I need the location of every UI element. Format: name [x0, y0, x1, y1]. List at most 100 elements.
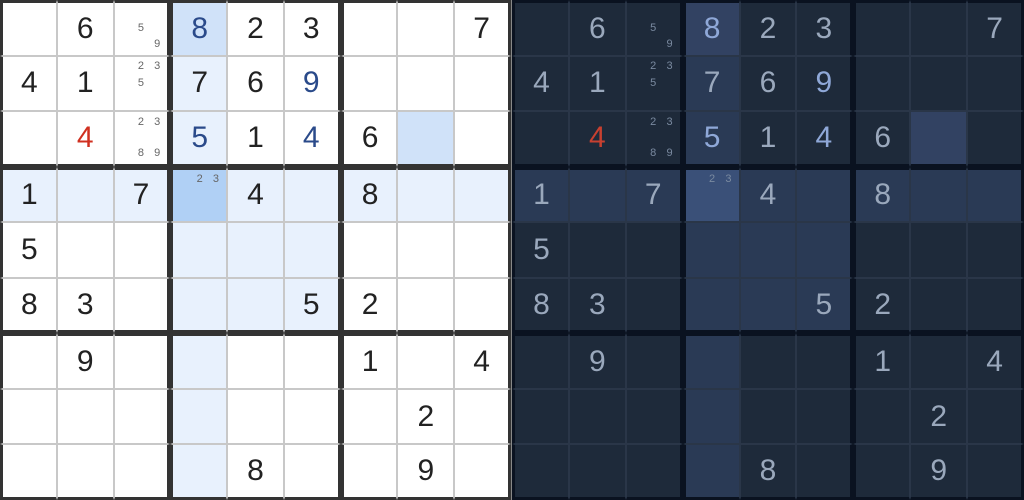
cell-r1-c6[interactable]: [341, 56, 398, 112]
cell-r2-c1[interactable]: 4: [569, 111, 626, 167]
cell-r8-c4[interactable]: 8: [740, 444, 797, 500]
cell-r8-c4[interactable]: 8: [227, 444, 284, 500]
cell-r8-c8[interactable]: [967, 444, 1024, 500]
cell-r8-c5[interactable]: [284, 444, 341, 500]
cell-r5-c5[interactable]: 5: [796, 278, 853, 334]
cell-r8-c6[interactable]: [341, 444, 398, 500]
cell-r0-c7[interactable]: [910, 0, 967, 56]
cell-r0-c0[interactable]: [512, 0, 569, 56]
cell-r0-c2[interactable]: 59: [626, 0, 683, 56]
cell-r2-c4[interactable]: 1: [227, 111, 284, 167]
cell-r4-c3[interactable]: [170, 222, 227, 278]
cell-r0-c6[interactable]: [853, 0, 910, 56]
cell-r4-c5[interactable]: [284, 222, 341, 278]
cell-r3-c4[interactable]: 4: [740, 167, 797, 223]
cell-r3-c6[interactable]: 8: [341, 167, 398, 223]
cell-r6-c4[interactable]: [227, 333, 284, 389]
cell-r3-c2[interactable]: 7: [114, 167, 171, 223]
cell-r8-c2[interactable]: [626, 444, 683, 500]
cell-r4-c5[interactable]: [796, 222, 853, 278]
cell-r7-c6[interactable]: [853, 389, 910, 445]
cell-r6-c6[interactable]: 1: [341, 333, 398, 389]
cell-r3-c1[interactable]: [569, 167, 626, 223]
cell-r0-c8[interactable]: 7: [454, 0, 511, 56]
cell-r1-c1[interactable]: 1: [569, 56, 626, 112]
cell-r6-c7[interactable]: [397, 333, 454, 389]
cell-r3-c5[interactable]: [284, 167, 341, 223]
cell-r2-c6[interactable]: 6: [853, 111, 910, 167]
cell-r2-c0[interactable]: [0, 111, 57, 167]
cell-r6-c3[interactable]: [683, 333, 740, 389]
cell-r1-c4[interactable]: 6: [227, 56, 284, 112]
cell-r2-c5[interactable]: 4: [796, 111, 853, 167]
cell-r6-c3[interactable]: [170, 333, 227, 389]
cell-r7-c3[interactable]: [683, 389, 740, 445]
cell-r6-c2[interactable]: [114, 333, 171, 389]
cell-r7-c7[interactable]: 2: [910, 389, 967, 445]
cell-r8-c2[interactable]: [114, 444, 171, 500]
cell-r6-c6[interactable]: 1: [853, 333, 910, 389]
cell-r6-c4[interactable]: [740, 333, 797, 389]
cell-r8-c0[interactable]: [0, 444, 57, 500]
cell-r6-c7[interactable]: [910, 333, 967, 389]
cell-r6-c5[interactable]: [796, 333, 853, 389]
cell-r3-c8[interactable]: [454, 167, 511, 223]
cell-r4-c4[interactable]: [740, 222, 797, 278]
cell-r3-c5[interactable]: [796, 167, 853, 223]
cell-r5-c3[interactable]: [170, 278, 227, 334]
cell-r1-c0[interactable]: 4: [512, 56, 569, 112]
cell-r2-c5[interactable]: 4: [284, 111, 341, 167]
cell-r0-c8[interactable]: 7: [967, 0, 1024, 56]
cell-r4-c0[interactable]: 5: [512, 222, 569, 278]
cell-r1-c5[interactable]: 9: [796, 56, 853, 112]
cell-r0-c4[interactable]: 2: [227, 0, 284, 56]
cell-r7-c0[interactable]: [512, 389, 569, 445]
cell-r3-c8[interactable]: [967, 167, 1024, 223]
cell-r6-c5[interactable]: [284, 333, 341, 389]
cell-r7-c2[interactable]: [626, 389, 683, 445]
cell-r0-c2[interactable]: 59: [114, 0, 171, 56]
cell-r4-c4[interactable]: [227, 222, 284, 278]
cell-r8-c3[interactable]: [170, 444, 227, 500]
cell-r0-c5[interactable]: 3: [796, 0, 853, 56]
cell-r4-c6[interactable]: [341, 222, 398, 278]
cell-r4-c1[interactable]: [569, 222, 626, 278]
cell-r5-c7[interactable]: [910, 278, 967, 334]
cell-r2-c8[interactable]: [967, 111, 1024, 167]
cell-r6-c8[interactable]: 4: [967, 333, 1024, 389]
cell-r5-c2[interactable]: [114, 278, 171, 334]
cell-r4-c6[interactable]: [853, 222, 910, 278]
cell-r8-c5[interactable]: [796, 444, 853, 500]
cell-r0-c7[interactable]: [397, 0, 454, 56]
cell-r7-c5[interactable]: [796, 389, 853, 445]
cell-r6-c2[interactable]: [626, 333, 683, 389]
cell-r5-c4[interactable]: [740, 278, 797, 334]
cell-r3-c4[interactable]: 4: [227, 167, 284, 223]
cell-r1-c2[interactable]: 235: [626, 56, 683, 112]
cell-r1-c3[interactable]: 7: [170, 56, 227, 112]
cell-r2-c6[interactable]: 6: [341, 111, 398, 167]
cell-r5-c1[interactable]: 3: [569, 278, 626, 334]
cell-r4-c7[interactable]: [397, 222, 454, 278]
cell-r7-c4[interactable]: [740, 389, 797, 445]
cell-r0-c1[interactable]: 6: [569, 0, 626, 56]
cell-r7-c5[interactable]: [284, 389, 341, 445]
cell-r0-c3[interactable]: 8: [170, 0, 227, 56]
cell-r2-c0[interactable]: [512, 111, 569, 167]
cell-r7-c8[interactable]: [967, 389, 1024, 445]
cell-r4-c3[interactable]: [683, 222, 740, 278]
cell-r5-c5[interactable]: 5: [284, 278, 341, 334]
cell-r8-c7[interactable]: 9: [397, 444, 454, 500]
cell-r7-c7[interactable]: 2: [397, 389, 454, 445]
cell-r6-c1[interactable]: 9: [57, 333, 114, 389]
cell-r5-c3[interactable]: [683, 278, 740, 334]
cell-r2-c2[interactable]: 2389: [114, 111, 171, 167]
cell-r1-c0[interactable]: 4: [0, 56, 57, 112]
cell-r3-c1[interactable]: [57, 167, 114, 223]
cell-r1-c7[interactable]: [397, 56, 454, 112]
cell-r5-c8[interactable]: [454, 278, 511, 334]
cell-r1-c3[interactable]: 7: [683, 56, 740, 112]
cell-r8-c7[interactable]: 9: [910, 444, 967, 500]
cell-r7-c1[interactable]: [569, 389, 626, 445]
cell-r2-c7[interactable]: [910, 111, 967, 167]
